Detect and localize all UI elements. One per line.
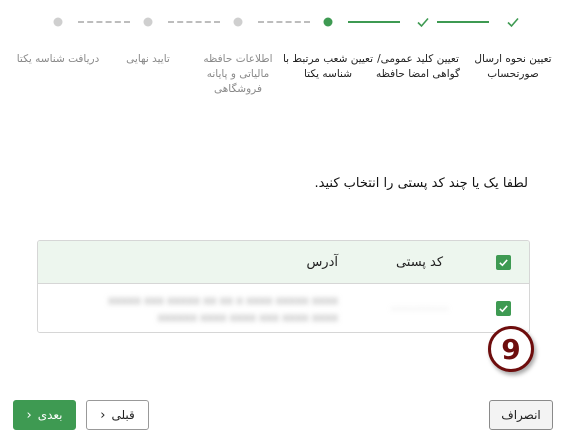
previous-button-label: قبلی — [111, 408, 135, 422]
row-postal-code: ۰۰۰۰۰۰۰۰۰۰ — [389, 302, 450, 315]
check-icon — [498, 305, 508, 313]
step-5-label: تایید نهایی — [126, 53, 170, 65]
header-address: آدرس — [306, 254, 338, 270]
cancel-button-label: انصراف — [501, 408, 541, 422]
step-number-badge: 9 — [488, 326, 534, 372]
step-1-label: تعیین نحوه ارسال صورتحساب — [474, 53, 552, 80]
step-6-label: دریافت شناسه یکتا — [16, 53, 100, 65]
postal-code-table: کد پستی آدرس ۰۰۰۰۰۰۰۰۰۰ xxxxx xxx xxxxx … — [37, 240, 530, 333]
header-postal-code: کد پستی — [395, 254, 444, 270]
cancel-button[interactable]: انصراف — [489, 400, 553, 430]
step-3-label: تعیین شعب مرتبط با شناسه یکتا — [282, 53, 374, 80]
step-2-label: تعیین کلید عمومی/ گواهی امضا حافظه — [375, 53, 461, 80]
stepper-connector-1-2 — [437, 21, 489, 23]
chevron-left-icon: ‹ — [26, 407, 32, 423]
stepper-connector-3-4 — [258, 21, 310, 23]
wizard-stepper — [0, 10, 565, 34]
next-button-label: بعدی — [37, 408, 63, 422]
stepper-connector-2-3 — [348, 21, 400, 23]
table-header: کد پستی آدرس — [38, 241, 529, 284]
row-address: xxxxx xxx xxxxx xx xx x xxxx xxxxx xxxx … — [108, 292, 338, 326]
next-button[interactable]: بعدی ‹ — [13, 400, 76, 430]
stepper-connector-5-6 — [78, 21, 130, 23]
row-postal-code-cell: ۰۰۰۰۰۰۰۰۰۰ — [362, 301, 477, 316]
previous-button[interactable]: قبلی ‹ — [86, 400, 149, 430]
table-row[interactable]: ۰۰۰۰۰۰۰۰۰۰ xxxxx xxx xxxxx xx xx x xxxx … — [38, 284, 529, 332]
select-all-checkbox[interactable] — [495, 254, 511, 270]
row-address-line-2: xxxxxx xxxx xxxx xxx xxxx xxxx — [157, 310, 338, 324]
row-address-cell: xxxxx xxx xxxxx xx xx x xxxx xxxxx xxxx … — [38, 292, 362, 326]
step-4-label: اطلاعات حافظه مالیاتی و پایانه فروشگاهی — [203, 53, 273, 95]
check-icon — [498, 258, 508, 266]
chevron-left-icon: ‹ — [100, 407, 106, 423]
row-select-cell — [477, 301, 529, 316]
step-6-dot — [53, 17, 63, 27]
row-checkbox[interactable] — [495, 301, 511, 316]
instruction-text: لطفا یک یا چند کد پستی را انتخاب کنید. — [314, 176, 528, 191]
step-1-check-icon — [505, 14, 521, 30]
step-5-dot — [143, 17, 153, 27]
step-4-dot — [233, 17, 243, 27]
step-3-active-dot — [323, 17, 333, 27]
select-all-cell — [477, 254, 529, 270]
stepper-connector-4-5 — [168, 21, 220, 23]
row-address-line-1: xxxxx xxx xxxxx xx xx x xxxx xxxxx xxxx — [108, 293, 338, 307]
step-2-check-icon — [415, 14, 431, 30]
